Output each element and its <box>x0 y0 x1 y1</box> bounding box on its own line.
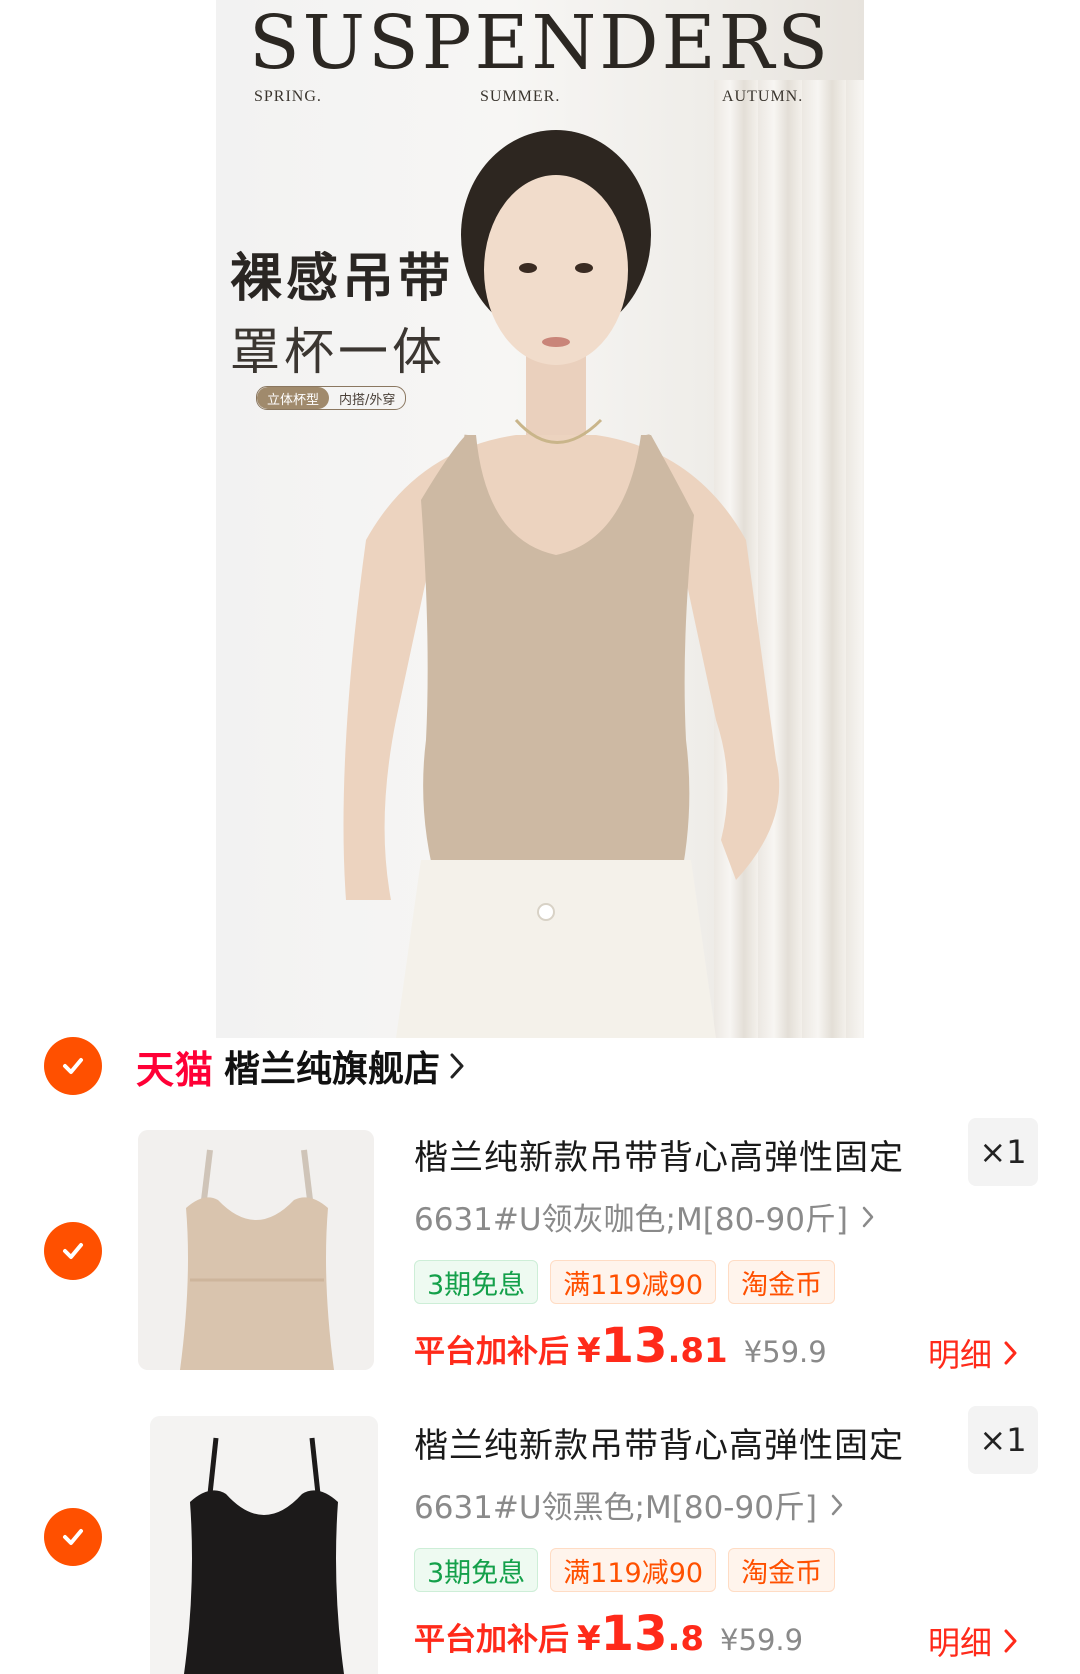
tag-discount: 满119减90 <box>550 1548 717 1592</box>
original-price: ¥59.9 <box>720 1623 804 1657</box>
chevron-right-icon <box>831 1494 843 1515</box>
price-decimal: .8 <box>667 1619 705 1659</box>
season-summer: SUMMER. <box>480 88 561 105</box>
chevron-right-icon <box>1004 1341 1017 1365</box>
camisole-image <box>138 1130 374 1370</box>
checkmark-icon <box>63 1243 83 1259</box>
price-row: 平台加补后 ¥ 13 .81 ¥59.9 <box>414 1318 827 1374</box>
item-title[interactable]: 楷兰纯新款吊带背心高弹性固定 <box>414 1130 904 1179</box>
tag-installment: 3期免息 <box>414 1548 539 1592</box>
store-select-checkbox[interactable] <box>44 1037 102 1095</box>
promo-tags: 3期免息 满119减90 淘金币 <box>414 1548 836 1592</box>
tag-installment: 3期免息 <box>414 1260 539 1304</box>
quantity-selector[interactable]: ×1 <box>968 1406 1038 1474</box>
price-label: 平台加补后 <box>414 1622 569 1658</box>
sku-label: 6631#U领黑色;M[80-90斤] <box>414 1490 818 1526</box>
quantity-selector[interactable]: ×1 <box>968 1118 1038 1186</box>
season-autumn: AUTUMN. <box>722 88 804 105</box>
feature-pill-left: 立体杯型 <box>257 387 330 409</box>
tag-coins: 淘金币 <box>728 1548 836 1592</box>
camisole-image <box>150 1416 378 1674</box>
sku-label: 6631#U领灰咖色;M[80-90斤] <box>414 1202 849 1238</box>
chevron-right-icon <box>862 1206 874 1227</box>
price-integer: 13 <box>600 1606 668 1662</box>
chevron-right-icon <box>450 1053 464 1079</box>
item-thumbnail[interactable] <box>138 1130 374 1370</box>
item-select-checkbox[interactable] <box>44 1508 102 1566</box>
price-decimal: .81 <box>667 1331 728 1371</box>
original-price: ¥59.9 <box>743 1335 827 1369</box>
price-integer: 13 <box>600 1318 668 1374</box>
promo-tags: 3期免息 满119减90 淘金币 <box>414 1260 836 1304</box>
price-label: 平台加补后 <box>414 1334 569 1370</box>
checkmark-icon <box>63 1529 83 1545</box>
item-select-checkbox[interactable] <box>44 1222 102 1280</box>
feature-pill-right: 内搭/外穿 <box>339 392 396 408</box>
detail-label: 明细 <box>928 1336 993 1374</box>
price-detail-link[interactable]: 明细 <box>928 1618 1017 1664</box>
price-currency: ¥ <box>577 1331 601 1371</box>
detail-label: 明细 <box>928 1624 993 1662</box>
season-spring: SPRING. <box>254 88 322 105</box>
tmall-logo: 天猫 <box>136 1047 215 1092</box>
price-row: 平台加补后 ¥ 13 .8 ¥59.9 <box>414 1606 803 1662</box>
product-banner[interactable]: SUSPENDERS SPRING. SUMMER. AUTUMN. 裸感吊带 … <box>216 0 864 1038</box>
feature-pill: 立体杯型 内搭/外穿 <box>256 386 407 410</box>
sku-selector[interactable]: 6631#U领灰咖色;M[80-90斤] <box>414 1194 874 1239</box>
checkmark-icon <box>63 1058 83 1074</box>
item-thumbnail[interactable] <box>150 1416 378 1674</box>
brand-title: SUSPENDERS <box>248 0 832 86</box>
chevron-right-icon <box>1004 1629 1017 1653</box>
item-title[interactable]: 楷兰纯新款吊带背心高弹性固定 <box>414 1418 904 1467</box>
cart-screen: SUSPENDERS SPRING. SUMMER. AUTUMN. 裸感吊带 … <box>0 0 1080 1674</box>
banner-tagline-secondary: 罩杯一体 <box>230 323 446 381</box>
tag-discount: 满119减90 <box>550 1260 717 1304</box>
banner-tagline-primary: 裸感吊带 <box>230 249 455 309</box>
price-currency: ¥ <box>577 1619 601 1659</box>
price-detail-link[interactable]: 明细 <box>928 1330 1017 1376</box>
tag-coins: 淘金币 <box>728 1260 836 1304</box>
store-header[interactable]: 天猫 楷兰纯旗舰店 <box>136 1038 464 1094</box>
store-name[interactable]: 楷兰纯旗舰店 <box>224 1040 440 1092</box>
sku-selector[interactable]: 6631#U领黑色;M[80-90斤] <box>414 1482 843 1527</box>
